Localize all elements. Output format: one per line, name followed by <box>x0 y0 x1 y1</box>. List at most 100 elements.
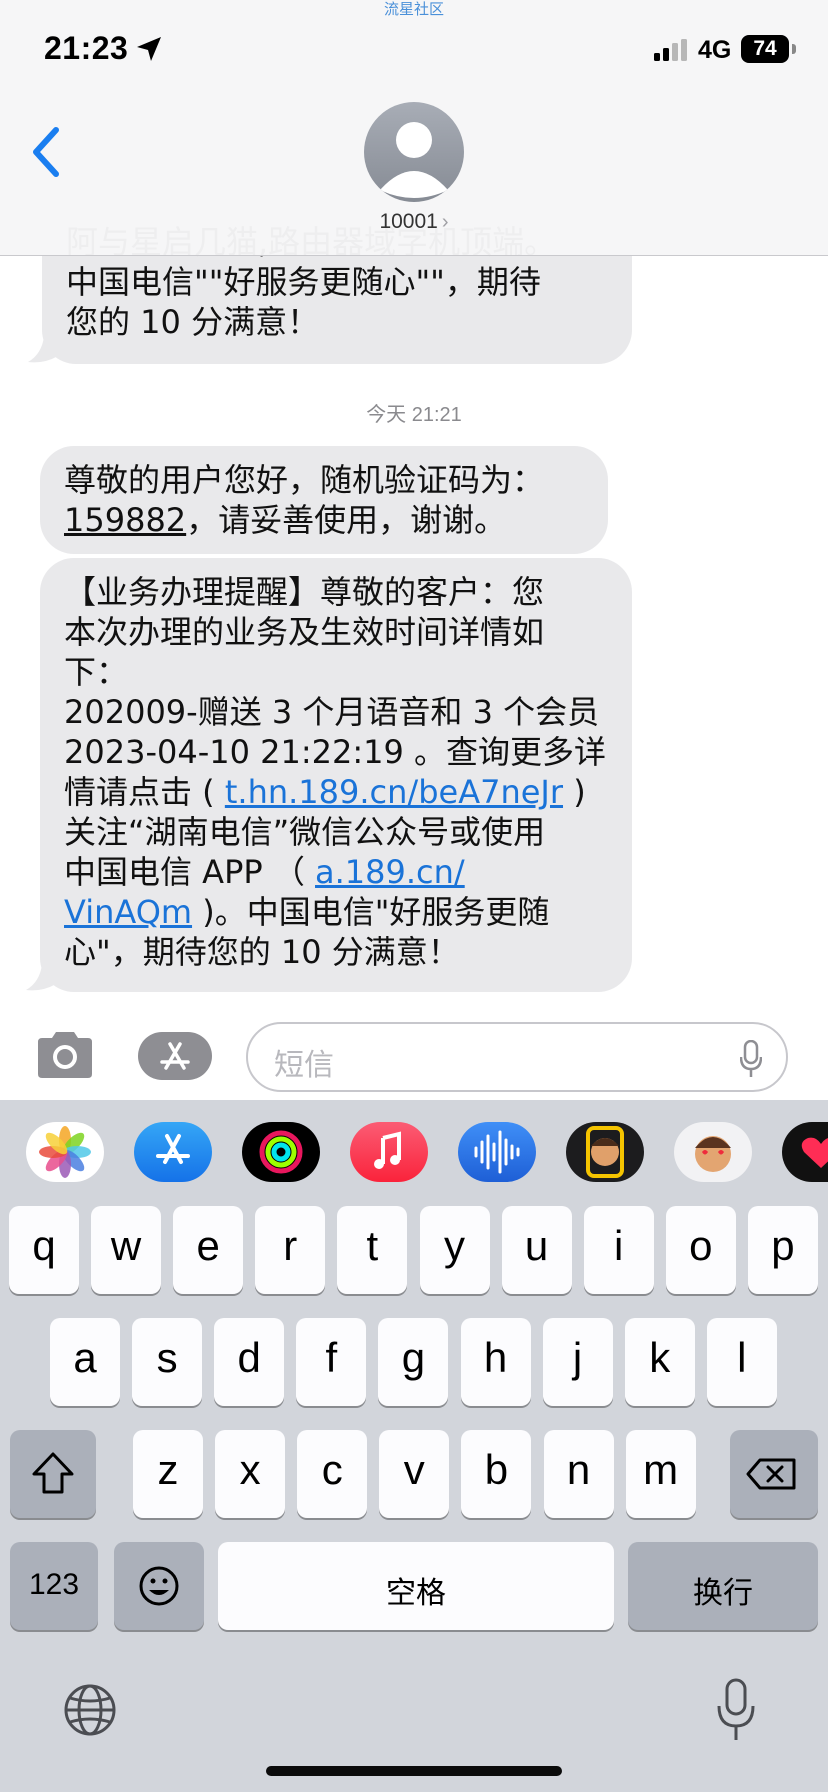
dictation-mic-icon[interactable] <box>716 1678 756 1742</box>
numbers-key[interactable]: 123 <box>10 1542 98 1630</box>
key-x[interactable]: x <box>215 1430 286 1518</box>
key-label: x <box>239 1446 261 1493</box>
key-z[interactable]: z <box>133 1430 203 1518</box>
message-line: 159882，请妥善使用，谢谢。 <box>64 500 584 540</box>
key-label: o <box>689 1222 713 1269</box>
audio-app-icon[interactable] <box>458 1122 536 1182</box>
verification-code[interactable]: 159882 <box>64 501 186 539</box>
home-indicator <box>266 1766 562 1776</box>
message-line: 尊敬的用户您好，随机验证码为： <box>64 461 545 499</box>
camera-icon[interactable] <box>34 1030 96 1080</box>
globe-icon[interactable] <box>62 1682 118 1738</box>
key-label: y <box>444 1222 465 1269</box>
key-s[interactable]: s <box>132 1318 203 1406</box>
emoji-key[interactable] <box>114 1542 204 1630</box>
bubble-tail <box>28 336 58 363</box>
space-key-label: 空格 <box>386 1577 446 1610</box>
digital-touch-icon[interactable] <box>782 1122 828 1182</box>
location-arrow-icon <box>137 37 161 61</box>
message-bubble-business[interactable]: 【业务办理提醒】尊敬的客户：您 本次办理的业务及生效时间详情如 下： 20200… <box>40 558 632 992</box>
key-h[interactable]: h <box>460 1318 531 1406</box>
message-bubble-verification[interactable]: 尊敬的用户您好，随机验证码为： 159882，请妥善使用，谢谢。 <box>40 446 608 554</box>
back-chevron-icon[interactable] <box>26 126 66 178</box>
message-line: 中国电信 APP （ a.189.cn/ <box>64 852 608 892</box>
contact-name-button[interactable]: 10001 › <box>0 210 828 234</box>
message-line: 2023-04-10 21:22:19 。查询更多详 <box>64 733 607 771</box>
memoji-stickers-icon[interactable] <box>674 1122 752 1182</box>
key-label: e <box>196 1222 220 1269</box>
app-store-icon <box>160 1042 190 1070</box>
contact-name: 10001 <box>379 210 438 233</box>
key-t[interactable]: t <box>337 1206 408 1294</box>
link-t-hn-189[interactable]: t.hn.189.cn/beA7neJr <box>225 773 563 811</box>
key-e[interactable]: e <box>173 1206 244 1294</box>
app-store-app-icon[interactable] <box>134 1122 212 1182</box>
key-v[interactable]: v <box>379 1430 450 1518</box>
message-line: 心"，期待您的 10 分满意！ <box>64 933 460 971</box>
key-i[interactable]: i <box>583 1206 654 1294</box>
key-label: s <box>156 1334 178 1381</box>
key-label: m <box>643 1446 679 1493</box>
key-c[interactable]: c <box>297 1430 368 1518</box>
key-label: i <box>614 1222 624 1269</box>
activity-app-icon[interactable] <box>242 1122 320 1182</box>
message-input[interactable]: 短信 <box>246 1022 788 1092</box>
key-y[interactable]: y <box>419 1206 490 1294</box>
key-l[interactable]: l <box>706 1318 777 1406</box>
key-o[interactable]: o <box>665 1206 736 1294</box>
key-j[interactable]: j <box>542 1318 613 1406</box>
message-line: VinAQm )。中国电信"好服务更随 <box>64 892 608 932</box>
key-a[interactable]: a <box>50 1318 120 1406</box>
delete-icon <box>746 1458 796 1490</box>
key-d[interactable]: d <box>214 1318 285 1406</box>
key-label: g <box>401 1334 426 1381</box>
message-line: 【业务办理提醒】尊敬的客户：您 <box>64 573 545 611</box>
contact-avatar[interactable] <box>364 102 464 202</box>
key-k[interactable]: k <box>624 1318 695 1406</box>
key-label: b <box>484 1446 509 1493</box>
battery-icon: 74 <box>741 35 789 63</box>
return-key[interactable]: 换行 <box>628 1542 818 1630</box>
message-text: ，请妥善使用，谢谢。 <box>186 501 507 539</box>
memoji-app-icon[interactable] <box>566 1122 644 1182</box>
key-label: w <box>110 1222 142 1269</box>
key-label: z <box>157 1446 179 1493</box>
bubble-tail <box>26 964 56 991</box>
music-app-icon[interactable] <box>350 1122 428 1182</box>
key-label: t <box>366 1222 379 1269</box>
network-type: 4G <box>698 36 732 64</box>
key-p[interactable]: p <box>747 1206 818 1294</box>
key-label: j <box>572 1334 583 1381</box>
microphone-icon[interactable] <box>740 1040 762 1078</box>
key-b[interactable]: b <box>461 1430 532 1518</box>
key-label: n <box>566 1446 591 1493</box>
photos-app-icon[interactable] <box>26 1122 104 1182</box>
signal-icon <box>654 39 687 61</box>
key-r[interactable]: r <box>255 1206 326 1294</box>
imessage-app-strip[interactable] <box>0 1122 828 1182</box>
message-text: )。中国电信"好服务更随 <box>192 893 550 931</box>
key-label: a <box>73 1334 97 1381</box>
key-label: q <box>32 1222 56 1269</box>
link-a-189[interactable]: a.189.cn/ <box>315 853 465 891</box>
delete-key[interactable] <box>730 1430 818 1518</box>
key-u[interactable]: u <box>501 1206 572 1294</box>
status-time: 21:23 <box>44 30 129 66</box>
key-label: f <box>325 1334 338 1381</box>
space-key[interactable]: 空格 <box>218 1542 614 1630</box>
key-label: u <box>524 1222 549 1269</box>
input-placeholder: 短信 <box>274 1049 334 1082</box>
message-line: 下： <box>64 653 129 691</box>
shift-key[interactable] <box>10 1430 96 1518</box>
message-line: 中国电信""好服务更随心""，期待 <box>66 263 541 301</box>
app-store-button[interactable] <box>138 1032 212 1080</box>
key-m[interactable]: m <box>625 1430 696 1518</box>
link-a-189-cont[interactable]: VinAQm <box>64 893 192 931</box>
key-n[interactable]: n <box>543 1430 614 1518</box>
key-label: c <box>321 1446 343 1493</box>
return-key-label: 换行 <box>693 1577 753 1610</box>
key-q[interactable]: q <box>9 1206 79 1294</box>
key-w[interactable]: w <box>91 1206 162 1294</box>
key-g[interactable]: g <box>378 1318 449 1406</box>
key-f[interactable]: f <box>296 1318 367 1406</box>
